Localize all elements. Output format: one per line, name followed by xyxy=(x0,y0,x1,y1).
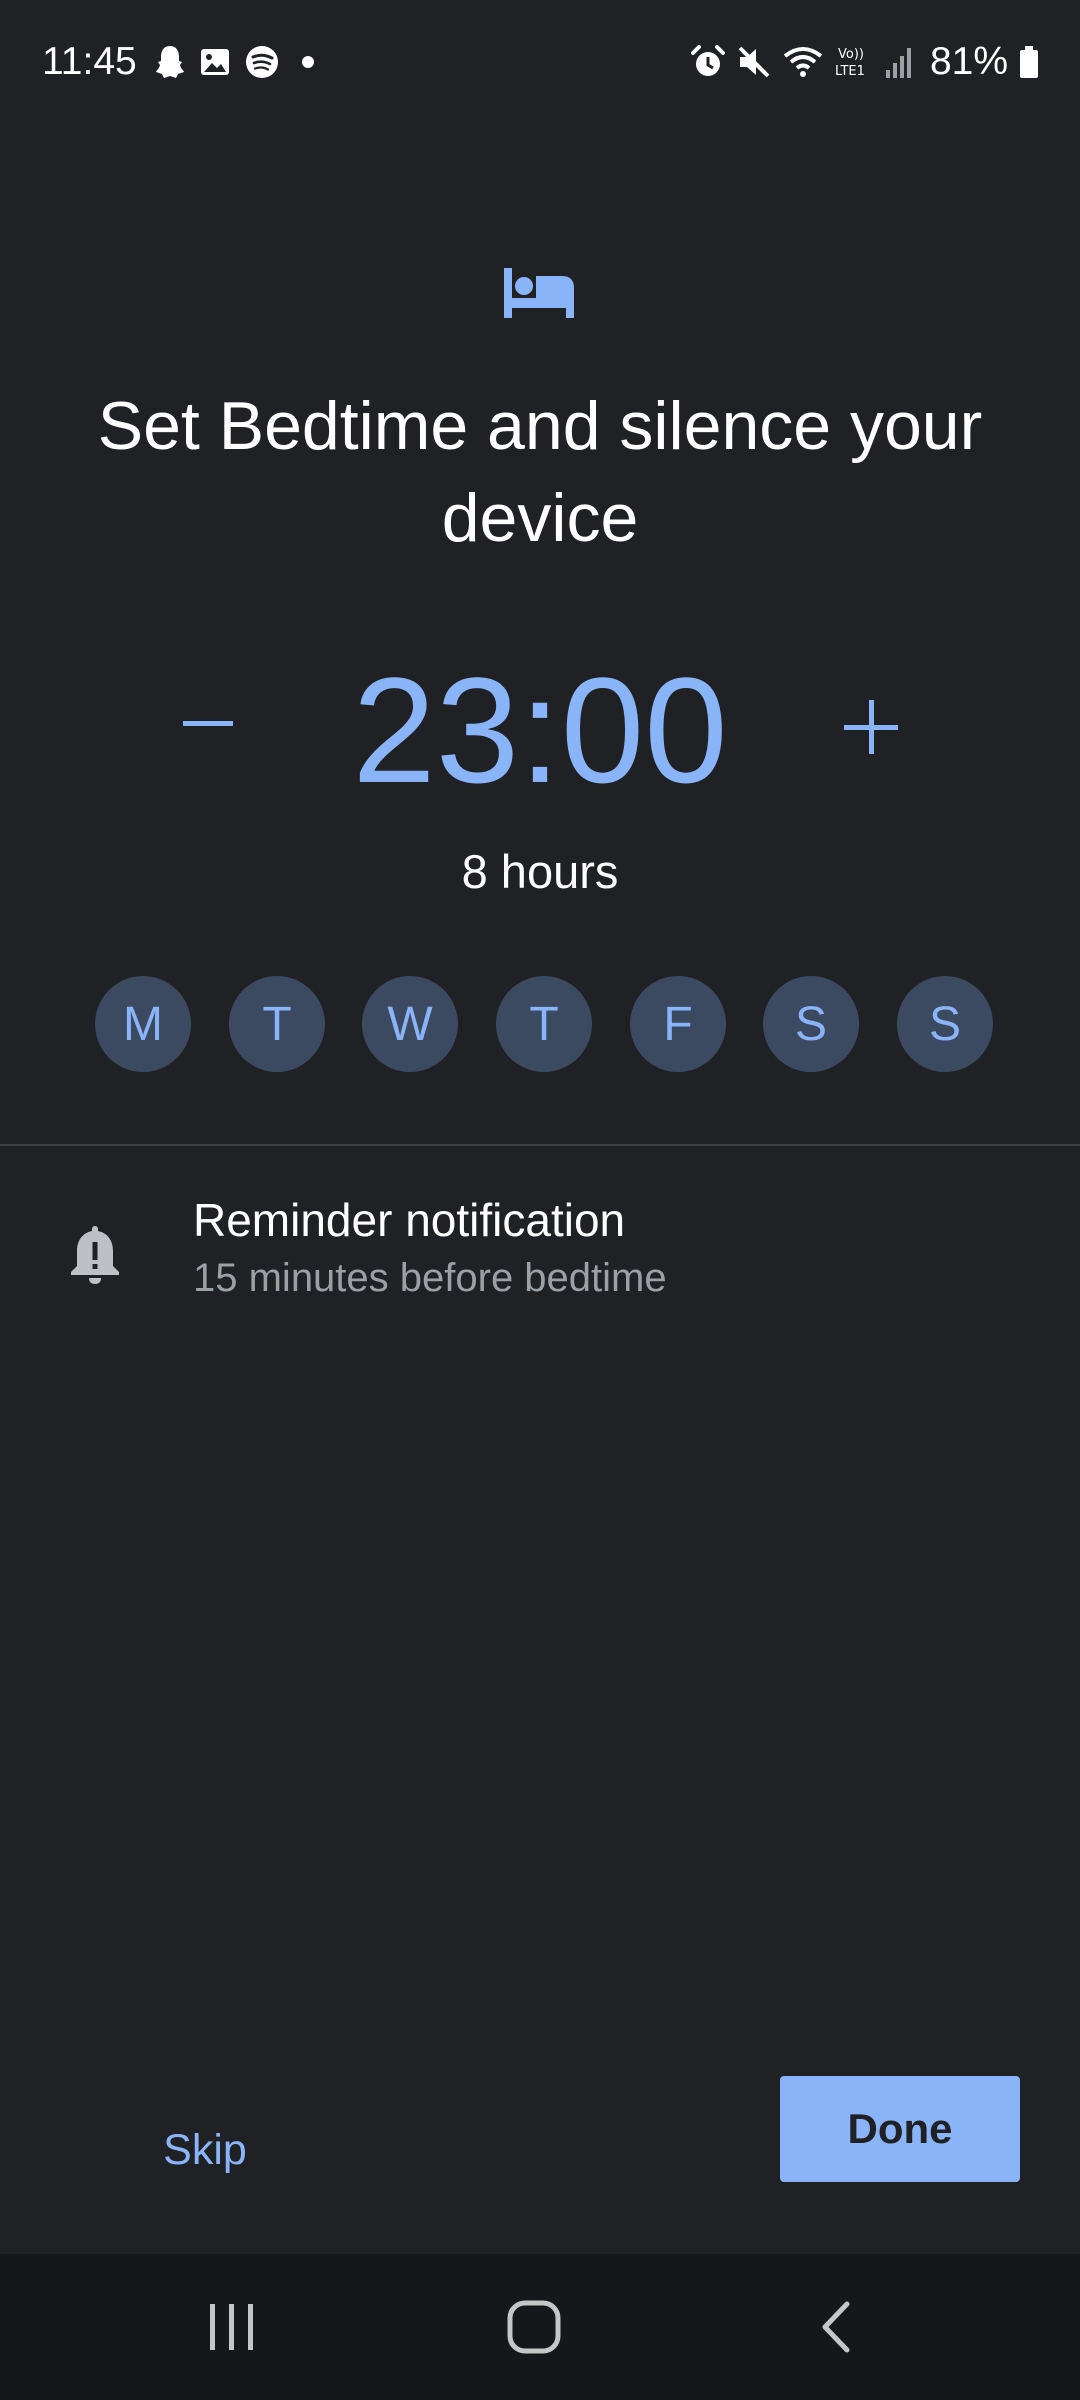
snapchat-icon xyxy=(156,46,184,78)
svg-text:Vo)): Vo)) xyxy=(838,47,864,62)
reminder-title: Reminder notification xyxy=(193,1194,626,1246)
day-tuesday[interactable]: T xyxy=(229,976,325,1072)
reminder-notification-row[interactable]: Reminder notification 15 minutes before … xyxy=(0,1190,1080,1330)
alarm-icon xyxy=(690,45,725,76)
wifi-icon xyxy=(783,47,823,77)
back-button[interactable] xyxy=(792,2292,882,2362)
bed-icon xyxy=(504,268,574,318)
day-friday[interactable]: F xyxy=(630,976,726,1072)
minus-icon xyxy=(183,721,233,726)
sleep-duration: 8 hours xyxy=(461,845,619,898)
reminder-subtitle: 15 minutes before bedtime xyxy=(193,1256,667,1300)
status-right-icons: Vo)) LTE1 81% xyxy=(690,36,1040,88)
signal-icon xyxy=(885,48,911,78)
battery-icon xyxy=(1020,46,1038,78)
day-wednesday[interactable]: W xyxy=(362,976,458,1072)
navigation-bar xyxy=(0,2254,1080,2400)
svg-text:LTE1: LTE1 xyxy=(835,64,865,79)
plus-icon xyxy=(844,700,898,754)
done-button[interactable]: Done xyxy=(780,2076,1020,2182)
recents-icon xyxy=(210,2304,253,2350)
bedtime-time[interactable]: 23:00 xyxy=(290,650,790,810)
volte-icon: Vo)) LTE1 xyxy=(835,47,865,79)
recents-button[interactable] xyxy=(187,2292,277,2362)
day-monday[interactable]: M xyxy=(95,976,191,1072)
increase-time-button[interactable] xyxy=(838,694,904,760)
day-sunday[interactable]: S xyxy=(897,976,993,1072)
bell-alert-icon xyxy=(71,1226,119,1284)
back-icon xyxy=(822,2301,850,2353)
status-bar: 11:45 Vo)) LTE1 81% xyxy=(0,0,1080,124)
home-button[interactable] xyxy=(489,2292,579,2362)
dot-icon xyxy=(302,56,314,68)
home-icon xyxy=(507,2300,561,2354)
day-saturday[interactable]: S xyxy=(763,976,859,1072)
spotify-icon xyxy=(246,46,278,78)
status-time: 11:45 xyxy=(42,40,137,83)
decrease-time-button[interactable] xyxy=(178,694,238,754)
skip-button[interactable]: Skip xyxy=(130,2120,280,2180)
day-selector: M T W T F S S xyxy=(95,976,995,1072)
page-title: Set Bedtime and silence your device xyxy=(97,388,983,556)
gallery-icon xyxy=(201,49,229,75)
status-left-icons xyxy=(155,40,323,84)
mute-icon xyxy=(738,46,770,78)
divider xyxy=(0,1144,1080,1146)
day-thursday[interactable]: T xyxy=(496,976,592,1072)
battery-percent: 81% xyxy=(929,40,1008,83)
